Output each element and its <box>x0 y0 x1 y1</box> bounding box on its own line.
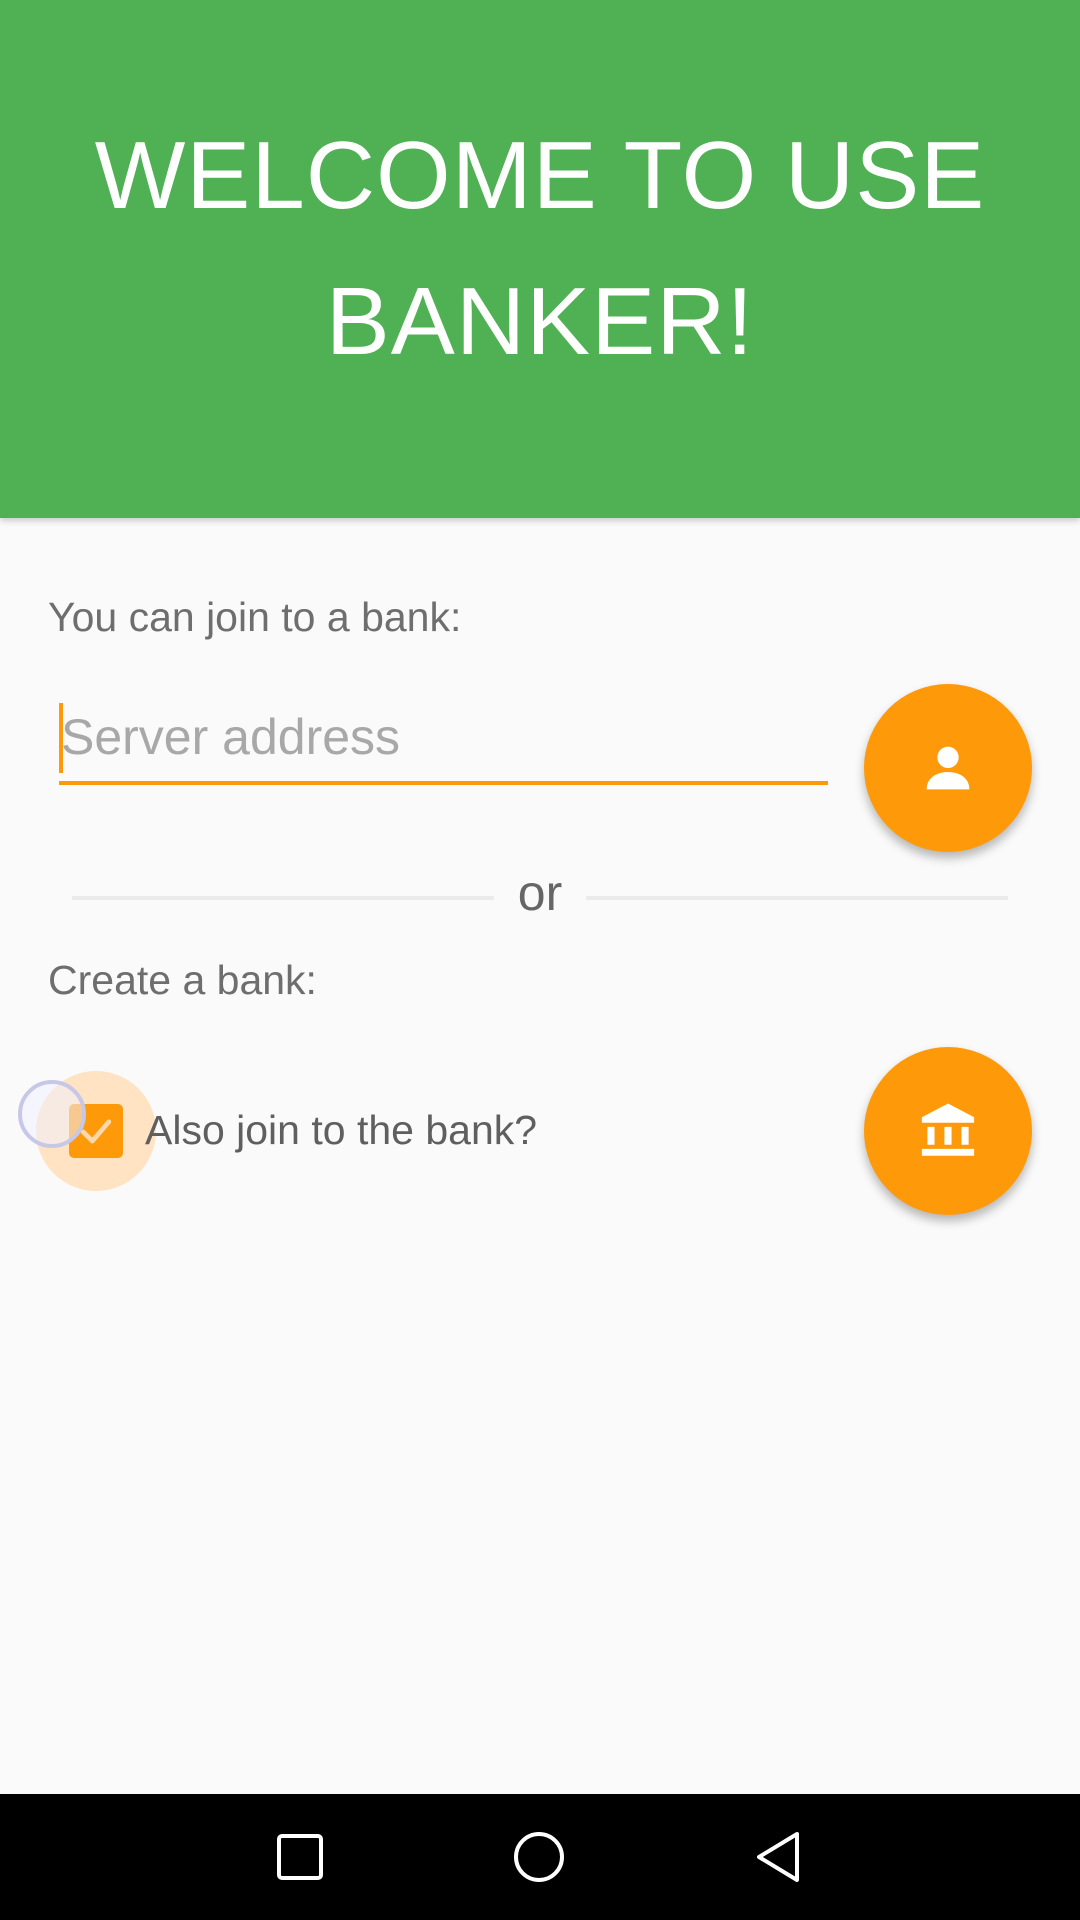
also-join-label[interactable]: Also join to the bank? <box>145 1107 537 1154</box>
square-icon <box>277 1834 323 1880</box>
divider-line-right <box>586 896 1008 900</box>
person-icon <box>926 746 970 790</box>
create-bank-label: Create a bank: <box>48 957 317 1003</box>
or-divider: or <box>72 862 1008 932</box>
system-navigation-bar <box>0 1794 1080 1920</box>
bank-icon <box>921 1103 975 1156</box>
app-header: WELCOME TO USE BANKER! <box>0 0 1080 518</box>
join-bank-button[interactable] <box>864 684 1032 852</box>
or-text: or <box>517 865 563 921</box>
server-address-field-container <box>59 695 828 785</box>
triangle-back-icon <box>757 1832 799 1882</box>
home-button[interactable] <box>506 1824 572 1890</box>
touch-indicator <box>18 1080 86 1148</box>
join-bank-label: You can join to a bank: <box>48 594 462 640</box>
circle-icon <box>514 1832 564 1882</box>
server-address-input[interactable] <box>61 695 821 779</box>
create-bank-button[interactable] <box>864 1047 1032 1215</box>
back-button[interactable] <box>745 1824 811 1890</box>
welcome-title: WELCOME TO USE BANKER! <box>94 122 986 375</box>
recent-apps-button[interactable] <box>267 1824 333 1890</box>
